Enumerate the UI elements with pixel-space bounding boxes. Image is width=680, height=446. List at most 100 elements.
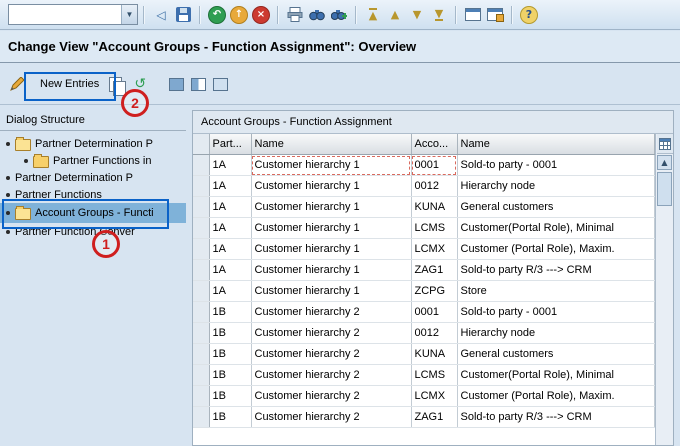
cell[interactable]: LCMS <box>411 218 457 239</box>
select-all-corner[interactable] <box>193 134 209 155</box>
cell[interactable]: Customer hierarchy 1 <box>251 197 411 218</box>
save-icon[interactable] <box>173 5 193 25</box>
cell[interactable]: Customer hierarchy 1 <box>251 176 411 197</box>
cell[interactable]: KUNA <box>411 197 457 218</box>
select-all-icon[interactable] <box>166 74 186 94</box>
cell[interactable]: 1A <box>209 155 251 176</box>
cell[interactable]: Customer (Portal Role), Maxim. <box>457 239 655 260</box>
command-dropdown-icon[interactable]: ▼ <box>121 5 137 24</box>
cell[interactable]: 1B <box>209 407 251 428</box>
cell[interactable]: 1B <box>209 344 251 365</box>
row-selector[interactable] <box>193 323 209 344</box>
cell[interactable]: ZCPG <box>411 281 457 302</box>
column-header-account-group[interactable]: Acco... <box>411 134 457 155</box>
cell[interactable]: 0012 <box>411 323 457 344</box>
print-icon[interactable] <box>285 5 305 25</box>
row-selector[interactable] <box>193 386 209 407</box>
row-selector[interactable] <box>193 407 209 428</box>
cell[interactable]: 1B <box>209 365 251 386</box>
cell[interactable]: ZAG1 <box>411 407 457 428</box>
column-header-name-1[interactable]: Name <box>251 134 411 155</box>
cell[interactable]: LCMS <box>411 365 457 386</box>
command-field[interactable]: ▼ <box>8 4 138 25</box>
find-next-icon[interactable] <box>329 5 349 25</box>
row-selector[interactable] <box>193 281 209 302</box>
column-header-partner-function[interactable]: Part... <box>209 134 251 155</box>
cell[interactable]: Customer hierarchy 2 <box>251 302 411 323</box>
cell[interactable]: 1A <box>209 260 251 281</box>
cell[interactable]: Customer (Portal Role), Maxim. <box>457 386 655 407</box>
cell[interactable]: 1B <box>209 386 251 407</box>
cell[interactable]: 0012 <box>411 176 457 197</box>
exit-icon[interactable]: ↑ <box>229 5 249 25</box>
cell[interactable]: Sold-to party - 0001 <box>457 302 655 323</box>
cell[interactable]: 1A <box>209 218 251 239</box>
row-selector[interactable] <box>193 155 209 176</box>
cell[interactable]: 1B <box>209 323 251 344</box>
cell[interactable]: 1A <box>209 239 251 260</box>
last-page-icon[interactable]: ▼ <box>429 5 449 25</box>
cell[interactable]: Customer(Portal Role), Minimal <box>457 218 655 239</box>
deselect-all-icon[interactable] <box>210 74 230 94</box>
cell[interactable]: LCMX <box>411 386 457 407</box>
cell[interactable]: Hierarchy node <box>457 176 655 197</box>
row-selector[interactable] <box>193 197 209 218</box>
cell[interactable]: Customer hierarchy 1 <box>251 260 411 281</box>
tree-item-0[interactable]: Partner Determination P <box>0 135 186 152</box>
table-row: 1BCustomer hierarchy 2LCMXCustomer (Port… <box>193 386 655 407</box>
find-icon[interactable] <box>307 5 327 25</box>
cell[interactable]: General customers <box>457 344 655 365</box>
table-panel: Account Groups - Function Assignment Par… <box>192 110 674 446</box>
cell[interactable]: Customer hierarchy 2 <box>251 344 411 365</box>
cell[interactable]: 0001 <box>411 302 457 323</box>
page-down-icon[interactable]: ▼ <box>407 5 427 25</box>
help-glyph: ? <box>520 6 538 24</box>
cell[interactable]: KUNA <box>411 344 457 365</box>
table-settings-icon[interactable] <box>657 134 673 154</box>
select-block-icon[interactable] <box>188 74 208 94</box>
cell[interactable]: 0001 <box>411 155 457 176</box>
enter-icon[interactable]: ◁ <box>151 5 171 25</box>
cell[interactable]: General customers <box>457 197 655 218</box>
cancel-icon[interactable]: × <box>251 5 271 25</box>
page-up-icon[interactable]: ▲ <box>385 5 405 25</box>
cell[interactable]: Store <box>457 281 655 302</box>
cell[interactable]: 1B <box>209 302 251 323</box>
cell[interactable]: Customer hierarchy 2 <box>251 365 411 386</box>
row-selector[interactable] <box>193 260 209 281</box>
cell[interactable]: Customer hierarchy 2 <box>251 386 411 407</box>
row-selector[interactable] <box>193 365 209 386</box>
cell[interactable]: 1A <box>209 176 251 197</box>
cell[interactable]: 1A <box>209 281 251 302</box>
row-selector[interactable] <box>193 302 209 323</box>
cell[interactable]: Customer(Portal Role), Minimal <box>457 365 655 386</box>
new-session-icon[interactable] <box>463 5 483 25</box>
cell[interactable]: Customer hierarchy 1 <box>251 218 411 239</box>
cell[interactable]: ZAG1 <box>411 260 457 281</box>
tree-item-1[interactable]: Partner Functions in <box>0 152 186 169</box>
cell[interactable]: Hierarchy node <box>457 323 655 344</box>
cell[interactable]: Customer hierarchy 2 <box>251 407 411 428</box>
row-selector[interactable] <box>193 176 209 197</box>
create-shortcut-icon[interactable] <box>485 5 505 25</box>
cell[interactable]: Sold-to party - 0001 <box>457 155 655 176</box>
cell[interactable]: Sold-to party R/3 ---> CRM <box>457 260 655 281</box>
cell[interactable]: Customer hierarchy 1 <box>251 239 411 260</box>
cell[interactable]: 1A <box>209 197 251 218</box>
back-icon[interactable]: ↶ <box>207 5 227 25</box>
row-selector[interactable] <box>193 239 209 260</box>
cell[interactable]: LCMX <box>411 239 457 260</box>
cell[interactable]: Sold-to party R/3 ---> CRM <box>457 407 655 428</box>
scroll-up-button[interactable]: ▲ <box>657 155 672 170</box>
first-page-icon[interactable]: ▲ <box>363 5 383 25</box>
scrollbar-thumb[interactable] <box>657 172 672 206</box>
cell[interactable]: Customer hierarchy 2 <box>251 323 411 344</box>
column-header-name-2[interactable]: Name <box>457 134 655 155</box>
cell[interactable]: Customer hierarchy 1 <box>251 155 411 176</box>
command-input[interactable] <box>9 6 121 23</box>
cell[interactable]: Customer hierarchy 1 <box>251 281 411 302</box>
row-selector[interactable] <box>193 344 209 365</box>
tree-item-2[interactable]: Partner Determination P <box>0 169 186 186</box>
row-selector[interactable] <box>193 218 209 239</box>
help-icon[interactable]: ? <box>519 5 539 25</box>
